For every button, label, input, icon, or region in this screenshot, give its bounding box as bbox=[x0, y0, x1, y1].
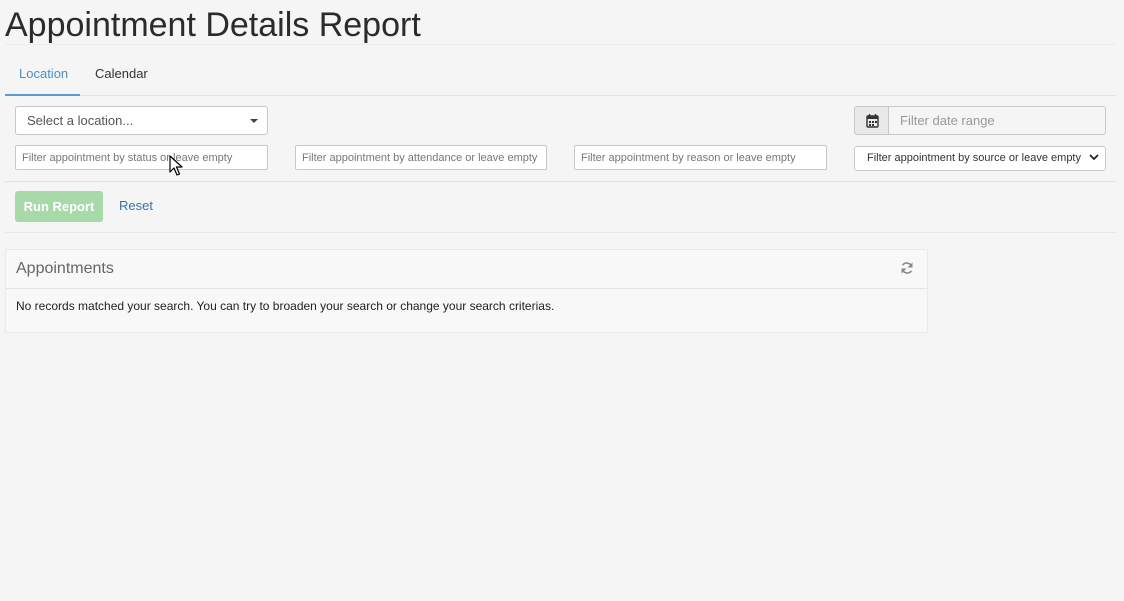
reason-filter-input[interactable] bbox=[574, 145, 827, 170]
page-title: Appointment Details Report bbox=[5, 6, 421, 44]
chevron-down-icon bbox=[1089, 154, 1099, 161]
empty-state-message: No records matched your search. You can … bbox=[16, 299, 555, 313]
status-filter-input[interactable] bbox=[15, 145, 268, 170]
source-filter-select[interactable]: Filter appointment by source or leave em… bbox=[854, 146, 1106, 171]
caret-down-icon bbox=[250, 119, 258, 123]
refresh-icon[interactable] bbox=[900, 261, 914, 275]
location-select-value: Select a location... bbox=[27, 113, 134, 128]
run-report-button[interactable]: Run Report bbox=[15, 191, 103, 222]
tab-bar: Location Calendar bbox=[5, 56, 1116, 96]
mouse-pointer-icon bbox=[169, 155, 183, 176]
source-filter-value: Filter appointment by source or leave em… bbox=[867, 152, 1081, 164]
calendar-icon[interactable] bbox=[854, 106, 889, 135]
filters-divider bbox=[5, 181, 1116, 182]
actions-divider bbox=[5, 232, 1116, 233]
title-divider bbox=[5, 44, 1116, 45]
tab-calendar[interactable]: Calendar bbox=[81, 56, 162, 96]
appointments-panel-title: Appointments bbox=[16, 260, 114, 277]
attendance-filter-input[interactable] bbox=[295, 145, 547, 170]
reset-link[interactable]: Reset bbox=[119, 198, 153, 213]
appointments-panel: Appointments No records matched your sea… bbox=[5, 249, 928, 333]
date-range-group bbox=[854, 106, 1106, 135]
tab-location[interactable]: Location bbox=[5, 56, 80, 96]
location-select[interactable]: Select a location... bbox=[15, 106, 268, 135]
date-range-input[interactable] bbox=[888, 106, 1106, 135]
appointments-panel-header: Appointments bbox=[6, 250, 927, 289]
